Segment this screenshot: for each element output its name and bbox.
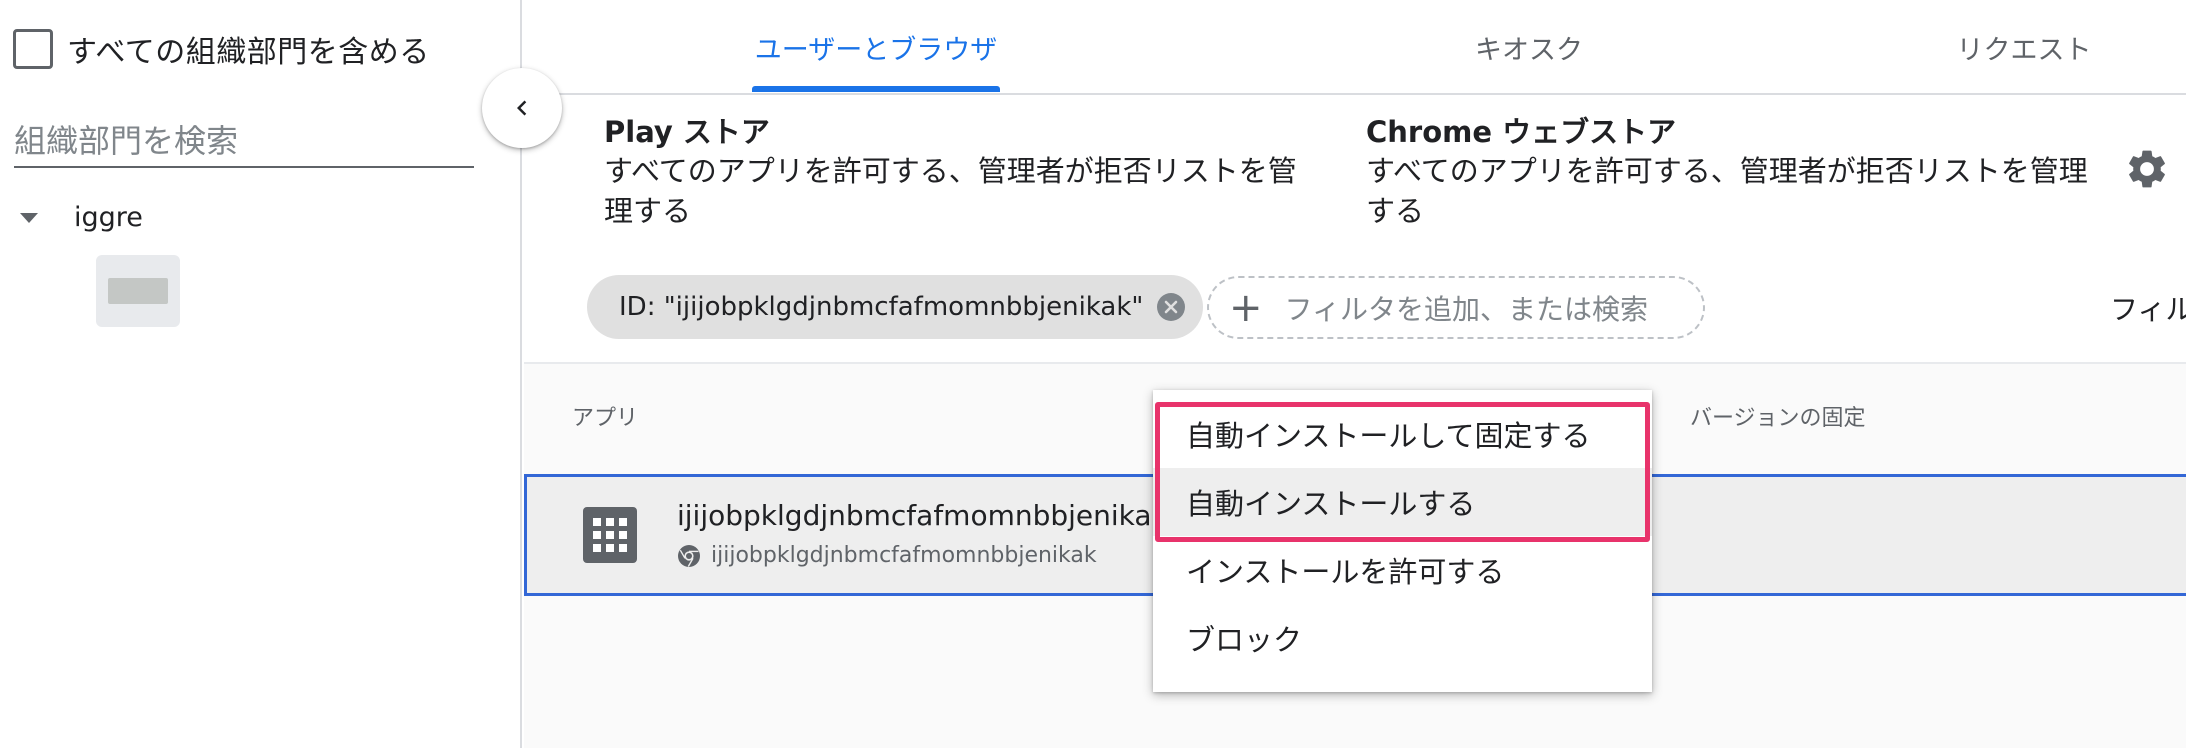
app-id-row: ijijobpklgdjnbmcfafmomnbbjenikak	[677, 543, 1097, 568]
id-filter-chip[interactable]: ID: "ijijobpklgdjnbmcfafmomnbbjenikak"	[587, 275, 1204, 339]
chrome-web-store-setting: Chrome ウェブストア すべてのアプリを許可する、管理者が拒否リストを管理す…	[1366, 113, 2094, 231]
tab-kiosk[interactable]: キオスク	[1424, 0, 1634, 95]
include-all-row[interactable]: すべての組織部門を含める	[13, 27, 430, 71]
org-unit-search-input[interactable]	[14, 118, 474, 164]
collapse-panel-button[interactable]	[482, 68, 562, 148]
menu-item-block[interactable]: ブロック	[1153, 604, 1652, 672]
menu-item-force-install[interactable]: 自動インストールする	[1153, 468, 1652, 536]
include-all-checkbox[interactable]	[13, 29, 53, 69]
column-header-version-pinning[interactable]: バージョンの固定	[1690, 400, 1866, 432]
filter-menu-label[interactable]: フィル	[2110, 288, 2186, 328]
active-tab-indicator	[752, 86, 1000, 92]
org-unit-panel: すべての組織部門を含める iggre	[0, 0, 522, 748]
play-store-title: Play ストア	[604, 115, 770, 149]
org-unit-search[interactable]	[14, 118, 474, 168]
caret-down-icon[interactable]	[20, 212, 38, 223]
column-header-app[interactable]: アプリ	[572, 400, 638, 432]
play-store-setting: Play ストア すべてのアプリを許可する、管理者が拒否リストを管理する	[604, 113, 1324, 231]
tree-child-bar	[108, 278, 168, 304]
app-root: すべての組織部門を含める iggre ユーザーとブラウザ キオスク リクエスト …	[0, 0, 2186, 748]
add-filter-placeholder: フィルタを追加、または検索	[1284, 292, 1648, 326]
close-circle-icon[interactable]	[1157, 293, 1186, 321]
filter-chip-label: ID: "ijijobpklgdjnbmcfafmomnbbjenikak"	[619, 292, 1144, 322]
chrome-web-store-title: Chrome ウェブストア	[1366, 115, 1677, 149]
chrome-web-store-description: すべてのアプリを許可する、管理者が拒否リストを管理する	[1366, 154, 2088, 228]
tree-item-label: iggre	[74, 202, 143, 233]
menu-item-force-install-pin[interactable]: 自動インストールして固定する	[1153, 400, 1652, 468]
apps-grid-icon	[583, 507, 637, 563]
app-name[interactable]: ijijobpklgdjnbmcfafmomnbbjenikak	[677, 499, 1168, 532]
chevron-left-icon	[517, 100, 527, 116]
install-policy-menu: 自動インストールして固定する 自動インストールする インストールを許可する ブロ…	[1153, 390, 1652, 692]
plus-icon: +	[1229, 284, 1263, 331]
tab-bar: ユーザーとブラウザ キオスク リクエスト	[524, 0, 2186, 95]
include-all-label: すべての組織部門を含める	[67, 35, 430, 70]
tree-item-root[interactable]: iggre	[20, 202, 143, 233]
tree-child-placeholder[interactable]	[96, 255, 180, 327]
add-filter-input[interactable]: + フィルタを追加、または検索	[1207, 276, 1705, 339]
app-id: ijijobpklgdjnbmcfafmomnbbjenikak	[711, 543, 1097, 568]
chrome-icon	[678, 544, 700, 567]
settings-gear-icon[interactable]	[2124, 146, 2170, 192]
menu-item-allow-install[interactable]: インストールを許可する	[1153, 536, 1652, 604]
play-store-description: すべてのアプリを許可する、管理者が拒否リストを管理する	[604, 154, 1297, 228]
tab-users-browsers[interactable]: ユーザーとブラウザ	[752, 0, 1000, 95]
tab-requests[interactable]: リクエスト	[1924, 0, 2124, 95]
